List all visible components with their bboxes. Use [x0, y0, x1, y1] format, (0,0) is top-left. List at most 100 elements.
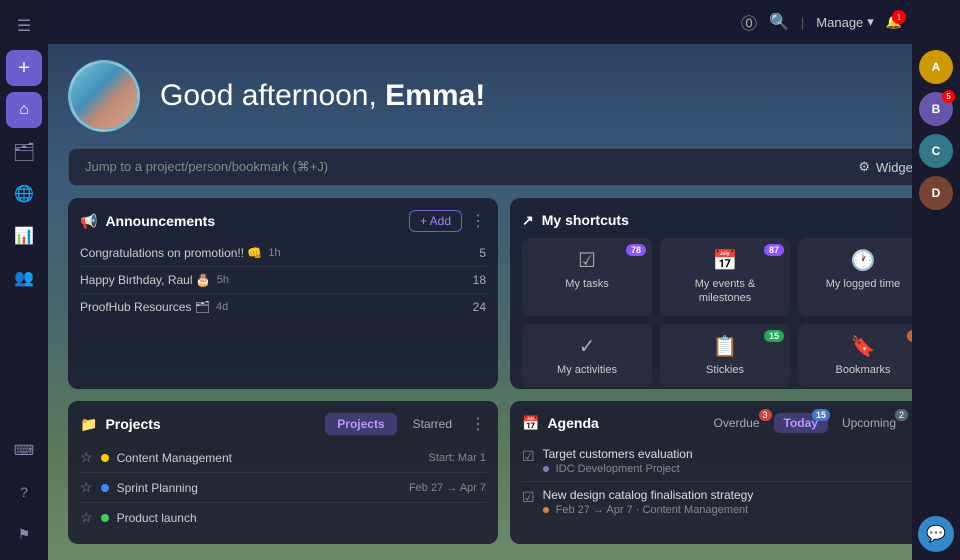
announcements-list: Congratulations on promotion!! 👊 1h 5 Ha… [80, 240, 486, 320]
project-row-3[interactable]: ☆ Product launch [80, 503, 486, 532]
content-area: Good afternoon, Emma! Jump to a project/… [48, 44, 960, 560]
agenda-item-2[interactable]: ☑ New design catalog finalisation strate… [522, 482, 928, 522]
notification-badge: 1 [892, 10, 906, 24]
project-date-2: Feb 27 → Apr 7 [409, 482, 486, 494]
projects-tabs: Projects Starred [325, 413, 464, 435]
manage-button[interactable]: Manage ▾ [816, 14, 874, 30]
shortcut-bookmarks[interactable]: 7 🔖 Bookmarks [798, 324, 928, 387]
star-icon-1[interactable]: ☆ [80, 449, 93, 466]
announcement-item-2[interactable]: Happy Birthday, Raul 🎂 5h 18 [80, 267, 486, 294]
right-avatar-purple[interactable]: B 5 [919, 92, 953, 126]
right-avatar-brown[interactable]: D [919, 176, 953, 210]
stickies-label: Stickies [706, 363, 744, 377]
project-row-1[interactable]: ☆ Content Management Start: Mar 1 [80, 443, 486, 473]
announcement-count-2: 18 [473, 273, 486, 287]
announcement-time-2: 5h [217, 274, 229, 286]
star-icon-2[interactable]: ☆ [80, 479, 93, 496]
today-badge: 15 [812, 409, 830, 421]
agenda-item-title-1: Target customers evaluation [543, 447, 693, 461]
bookmarks-icon: 🔖 [851, 334, 876, 359]
sidebar-folder-icon[interactable]: 🗂 [6, 134, 42, 170]
notification-icon[interactable]: 🔔 1 [886, 14, 902, 30]
announcements-more-button[interactable]: ⋮ [470, 211, 486, 231]
bookmarks-label: Bookmarks [835, 363, 890, 377]
agenda-list: ☑ Target customers evaluation IDC Develo… [522, 441, 928, 522]
tab-today[interactable]: Today 15 [774, 413, 828, 433]
agenda-item-title-2: New design catalog finalisation strategy [543, 488, 754, 502]
events-badge: 87 [764, 244, 784, 256]
tasks-icon: ☑ [578, 248, 596, 273]
bottom-grid: 📁 Projects Projects Starred ⋮ ☆ [68, 401, 940, 544]
agenda-item-1[interactable]: ☑ Target customers evaluation IDC Develo… [522, 441, 928, 482]
project-row-2[interactable]: ☆ Sprint Planning Feb 27 → Apr 7 [80, 473, 486, 503]
sidebar-keyboard-icon[interactable]: ⌨ [6, 432, 42, 468]
shortcut-my-tasks[interactable]: 78 ☑ My tasks [522, 238, 652, 316]
chat-bubble[interactable]: 💬 [918, 516, 954, 552]
shortcuts-grid: 78 ☑ My tasks 87 📅 My events & milestone… [522, 238, 928, 387]
calendar-icon: 📅 [522, 415, 539, 432]
sidebar-add-icon[interactable]: + [6, 50, 42, 86]
sidebar-people-icon[interactable]: 👥 [6, 260, 42, 296]
shortcuts-title: ↗ My shortcuts [522, 212, 629, 229]
topbar: ⓪ 🔍 | Manage ▾ 🔔 1 E [48, 0, 960, 44]
agenda-header: 📅 Agenda Overdue 3 Today 15 [522, 413, 928, 433]
projects-more-button[interactable]: ⋮ [470, 414, 486, 434]
tasks-badge: 78 [626, 244, 646, 256]
dot-1 [101, 454, 109, 462]
shortcuts-header: ↗ My shortcuts ⋮ [522, 210, 928, 230]
announcements-add-button[interactable]: + Add [409, 210, 462, 232]
project-name-2: Sprint Planning [117, 481, 198, 495]
check-icon-2: ☑ [522, 489, 535, 506]
search-placeholder: Jump to a project/person/bookmark (⌘+J) [85, 159, 328, 175]
sidebar-globe-icon[interactable]: 🌐 [6, 176, 42, 212]
events-label: My events & milestones [668, 277, 782, 306]
announcements-actions: + Add ⋮ [409, 210, 486, 232]
sidebar-menu-icon[interactable]: ☰ [6, 8, 42, 44]
tab-upcoming[interactable]: Upcoming 2 [832, 413, 906, 433]
sidebar-home-icon[interactable]: ⌂ [6, 92, 42, 128]
events-icon: 📅 [713, 248, 738, 273]
check-icon-1: ☑ [522, 448, 535, 465]
project-name-1: Content Management [117, 451, 232, 465]
sidebar-help-icon[interactable]: ? [6, 474, 42, 510]
tab-overdue[interactable]: Overdue 3 [703, 413, 769, 433]
agenda-tabs: Overdue 3 Today 15 Upcoming 2 [703, 413, 906, 433]
shortcut-stickies[interactable]: 15 📋 Stickies [660, 324, 790, 387]
tab-starred[interactable]: Starred [401, 413, 464, 435]
shortcut-logged-time[interactable]: 🕐 My logged time [798, 238, 928, 316]
share-icon: ↗ [522, 212, 534, 229]
help-icon[interactable]: ⓪ [741, 10, 757, 34]
main-content: ⓪ 🔍 | Manage ▾ 🔔 1 E Good after [48, 0, 960, 560]
search-icon[interactable]: 🔍 [769, 12, 789, 32]
stickies-icon: 📋 [713, 334, 738, 359]
tab-projects[interactable]: Projects [325, 413, 396, 435]
folder-icon: 📁 [80, 416, 97, 433]
activities-icon: ✓ [579, 334, 596, 359]
announcements-card: 📢 Announcements + Add ⋮ Congratulations … [68, 198, 498, 389]
project-name-3: Product launch [117, 511, 197, 525]
right-avatar-badge-1: 5 [942, 90, 955, 103]
announcement-item-3[interactable]: ProofHub Resources 🗂 4d 24 [80, 294, 486, 320]
gear-icon: ⚙ [858, 159, 870, 175]
main-grid: 📢 Announcements + Add ⋮ Congratulations … [68, 198, 940, 389]
profile-photo[interactable] [68, 60, 140, 132]
sidebar-flag-icon[interactable]: ⚑ [6, 516, 42, 552]
shortcut-my-events[interactable]: 87 📅 My events & milestones [660, 238, 790, 316]
shortcut-activities[interactable]: ✓ My activities [522, 324, 652, 387]
agenda-card: 📅 Agenda Overdue 3 Today 15 [510, 401, 940, 544]
right-avatar-teal[interactable]: C [919, 134, 953, 168]
star-icon-3[interactable]: ☆ [80, 509, 93, 526]
agenda-item-sub-2: Feb 27 → Apr 7 · Content Management [543, 504, 754, 516]
projects-list: ☆ Content Management Start: Mar 1 ☆ Spri… [80, 443, 486, 532]
announcement-time-3: 4d [216, 301, 228, 313]
announcement-item-1[interactable]: Congratulations on promotion!! 👊 1h 5 [80, 240, 486, 267]
projects-header: 📁 Projects Projects Starred ⋮ [80, 413, 486, 435]
dot-3 [101, 514, 109, 522]
divider: | [801, 15, 804, 30]
dot-2 [101, 484, 109, 492]
announcement-count-3: 24 [473, 300, 486, 314]
time-icon: 🕐 [851, 248, 876, 273]
search-bar[interactable]: Jump to a project/person/bookmark (⌘+J) … [68, 148, 940, 186]
sidebar-chart-icon[interactable]: 📊 [6, 218, 42, 254]
right-avatar-yellow[interactable]: A [919, 50, 953, 84]
